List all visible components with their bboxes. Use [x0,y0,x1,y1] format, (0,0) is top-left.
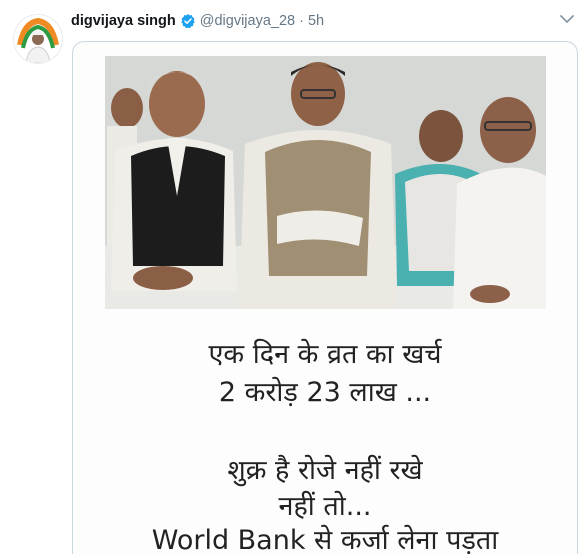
verified-badge-icon [181,14,195,29]
tweet-timestamp[interactable]: 5h [308,13,324,29]
caption-line-4: नहीं तो... [278,491,372,522]
author-handle[interactable]: @digvijaya_28 [200,13,295,29]
author-avatar[interactable] [13,14,63,64]
caption-line-1: एक दिन के व्रत का खर्च [208,339,442,370]
caption-line-5: World Bank से कर्जा लेना पड़ता [151,525,499,554]
separator-dot: · [299,13,304,29]
tweet-header: digvijaya singh @digvijaya_28 · 5h [71,10,324,32]
author-name[interactable]: digvijaya singh [71,13,176,29]
tweet-media-image[interactable]: एक दिन के व्रत का खर्च 2 करोड़ 23 लाख ..… [72,41,578,554]
caption-line-2: 2 करोड़ 23 लाख ... [218,377,432,408]
chevron-down-icon[interactable] [558,10,576,28]
caption-line-3: शुक्र है रोजे नहीं रखे [227,455,423,486]
group-photo [105,56,546,309]
tweet[interactable]: digvijaya singh @digvijaya_28 · 5h एक दि… [0,0,588,554]
